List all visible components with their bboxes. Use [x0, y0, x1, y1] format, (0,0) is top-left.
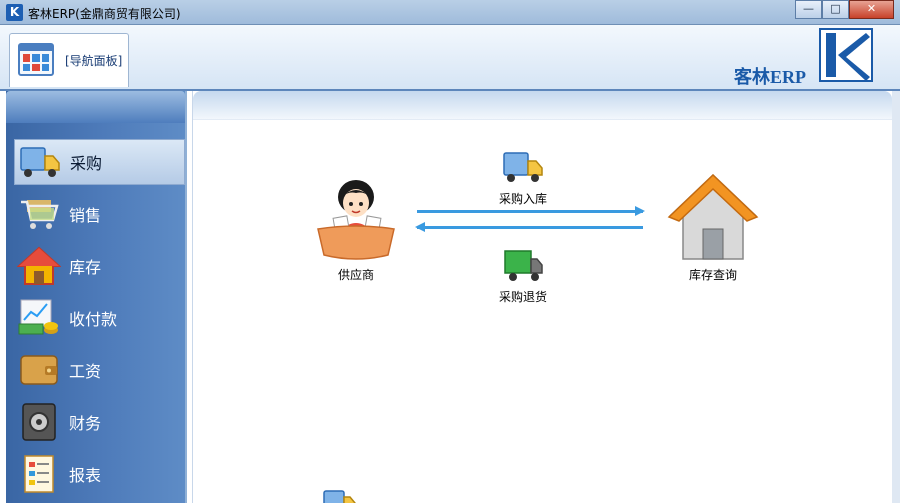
- right-scroll-strip: [892, 91, 900, 503]
- title-bar: K 客林ERP(金鼎商贸有限公司) — □ ✕: [0, 0, 900, 25]
- sidebar-item-payments[interactable]: 收付款: [14, 295, 185, 341]
- sidebar-item-label: 财务: [69, 414, 102, 433]
- brand-k-icon: [819, 28, 873, 82]
- supplier-icon: [317, 180, 395, 260]
- window-controls: — □ ✕: [795, 0, 894, 19]
- stock-query-node[interactable]: 库存查询: [663, 171, 763, 283]
- sidebar-item-label: 销售: [69, 206, 102, 225]
- purchase-in-label: 采购入库: [498, 192, 547, 206]
- purchase-return-node[interactable]: 采购退货: [483, 247, 563, 305]
- brand-text: 客林ERP: [734, 67, 806, 87]
- house-icon: [17, 246, 61, 285]
- tab-navigation-panel[interactable]: [导航面板]: [9, 33, 129, 87]
- minimize-button[interactable]: —: [795, 0, 822, 19]
- purchase-return-label: 采购退货: [498, 290, 547, 304]
- main-content-header: [193, 91, 892, 119]
- app-logo-icon: K: [6, 4, 23, 21]
- sidebar-item-label: 库存: [69, 258, 102, 277]
- safe-icon: [22, 403, 56, 441]
- green-truck-icon: [504, 250, 543, 281]
- sidebar-item-inventory[interactable]: 库存: [14, 243, 185, 289]
- close-button[interactable]: ✕: [849, 0, 894, 19]
- sidebar-item-sales[interactable]: 销售: [14, 191, 185, 237]
- arrow-to-inventory: [417, 206, 645, 216]
- sidebar-item-label: 报表: [69, 466, 102, 485]
- sidebar-item-finance[interactable]: 财务: [14, 399, 185, 445]
- sidebar-header: [6, 91, 185, 123]
- sidebar-item-label: 工资: [69, 362, 102, 381]
- supplier-node[interactable]: 供应商: [311, 177, 401, 283]
- header-bar: [导航面板] 客林ERP: [0, 25, 900, 91]
- cart-icon: [21, 200, 59, 229]
- truck-icon: [503, 152, 543, 182]
- stock-query-label: 库存查询: [688, 268, 737, 282]
- truck-icon: [323, 490, 356, 503]
- sidebar-item-salary[interactable]: 工资: [14, 347, 185, 393]
- sidebar-item-reports[interactable]: 报表: [14, 451, 185, 497]
- arrow-to-supplier: [415, 222, 643, 232]
- truck-icon: [20, 147, 60, 177]
- wallet-icon: [20, 355, 58, 385]
- navigation-grid-icon: [18, 43, 54, 76]
- report-icon: [24, 455, 54, 493]
- sidebar: 采购 销售 库存 收付款 工资 财务 报表: [6, 91, 187, 503]
- sidebar-item-purchase[interactable]: 采购: [14, 139, 185, 185]
- brand-logo: 客林ERP: [734, 27, 874, 87]
- main-content: 供应商 采购入库 采购退货 库存查询: [192, 91, 892, 503]
- sidebar-item-label: 采购: [70, 154, 103, 173]
- warehouse-icon: [667, 173, 759, 260]
- purchase-in-node[interactable]: 采购入库: [483, 147, 563, 207]
- nav-tab-label: [导航面板]: [65, 54, 123, 68]
- maximize-button[interactable]: □: [822, 0, 849, 19]
- window-title: 客林ERP(金鼎商贸有限公司): [28, 7, 181, 21]
- money-chart-icon: [18, 299, 58, 335]
- partial-truck-node[interactable]: [319, 487, 359, 503]
- supplier-label: 供应商: [337, 268, 374, 282]
- sidebar-item-label: 收付款: [69, 310, 118, 329]
